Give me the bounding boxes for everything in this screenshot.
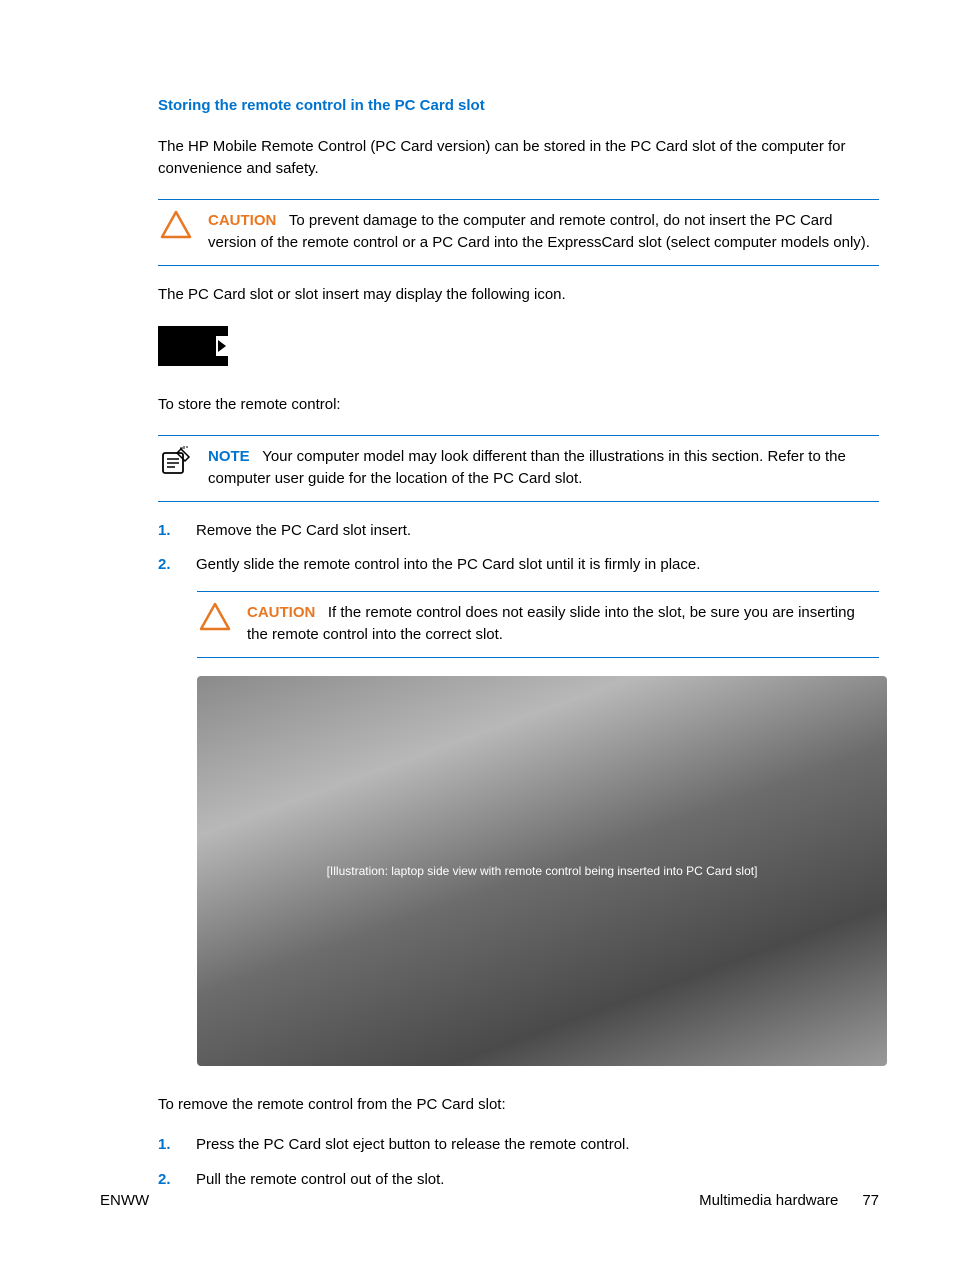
caution-label: CAUTION: [208, 212, 276, 229]
remove-steps: 1. Press the PC Card slot eject button t…: [158, 1134, 879, 1191]
step-text: Press the PC Card slot eject button to r…: [196, 1134, 630, 1157]
footer-page-number: 77: [862, 1190, 879, 1213]
remove-line: To remove the remote control from the PC…: [158, 1094, 879, 1117]
step-text: Pull the remote control out of the slot.: [196, 1169, 444, 1192]
store-line: To store the remote control:: [158, 394, 879, 417]
caution-body-1: To prevent damage to the computer and re…: [208, 212, 870, 252]
caution-text-1: CAUTION To prevent damage to the compute…: [208, 210, 879, 255]
store-steps: 1. Remove the PC Card slot insert. 2. Ge…: [158, 520, 879, 577]
footer-section: Multimedia hardware: [699, 1190, 838, 1213]
step-text: Gently slide the remote control into the…: [196, 554, 700, 577]
section-heading: Storing the remote control in the PC Car…: [158, 95, 879, 118]
footer-left: ENWW: [100, 1190, 149, 1213]
page-footer: ENWW Multimedia hardware 77: [100, 1190, 879, 1213]
remove-step-2: 2. Pull the remote control out of the sl…: [158, 1169, 879, 1192]
store-step-2: 2. Gently slide the remote control into …: [158, 554, 879, 577]
caution-icon: [197, 602, 233, 632]
store-step-1: 1. Remove the PC Card slot insert.: [158, 520, 879, 543]
icon-line: The PC Card slot or slot insert may disp…: [158, 284, 879, 307]
intro-paragraph: The HP Mobile Remote Control (PC Card ve…: [158, 136, 879, 181]
caution-body-2: If the remote control does not easily sl…: [247, 604, 855, 644]
step-text: Remove the PC Card slot insert.: [196, 520, 411, 543]
step-number: 1.: [158, 520, 176, 543]
laptop-illustration: [Illustration: laptop side view with rem…: [197, 676, 887, 1066]
step-number: 2.: [158, 1169, 176, 1192]
step-number: 2.: [158, 554, 176, 577]
note-label: NOTE: [208, 448, 250, 465]
pc-card-slot-icon: [158, 326, 228, 366]
note-icon: [158, 446, 194, 476]
note-body-1: Your computer model may look different t…: [208, 448, 846, 488]
remove-step-1: 1. Press the PC Card slot eject button t…: [158, 1134, 879, 1157]
caution-callout-1: CAUTION To prevent damage to the compute…: [158, 199, 879, 266]
illustration-alt: [Illustration: laptop side view with rem…: [327, 862, 758, 880]
caution-callout-2: CAUTION If the remote control does not e…: [197, 591, 879, 658]
caution-text-2: CAUTION If the remote control does not e…: [247, 602, 879, 647]
step-number: 1.: [158, 1134, 176, 1157]
note-callout-1: NOTE Your computer model may look differ…: [158, 435, 879, 502]
caution-icon: [158, 210, 194, 240]
note-text-1: NOTE Your computer model may look differ…: [208, 446, 879, 491]
caution-label: CAUTION: [247, 604, 315, 621]
